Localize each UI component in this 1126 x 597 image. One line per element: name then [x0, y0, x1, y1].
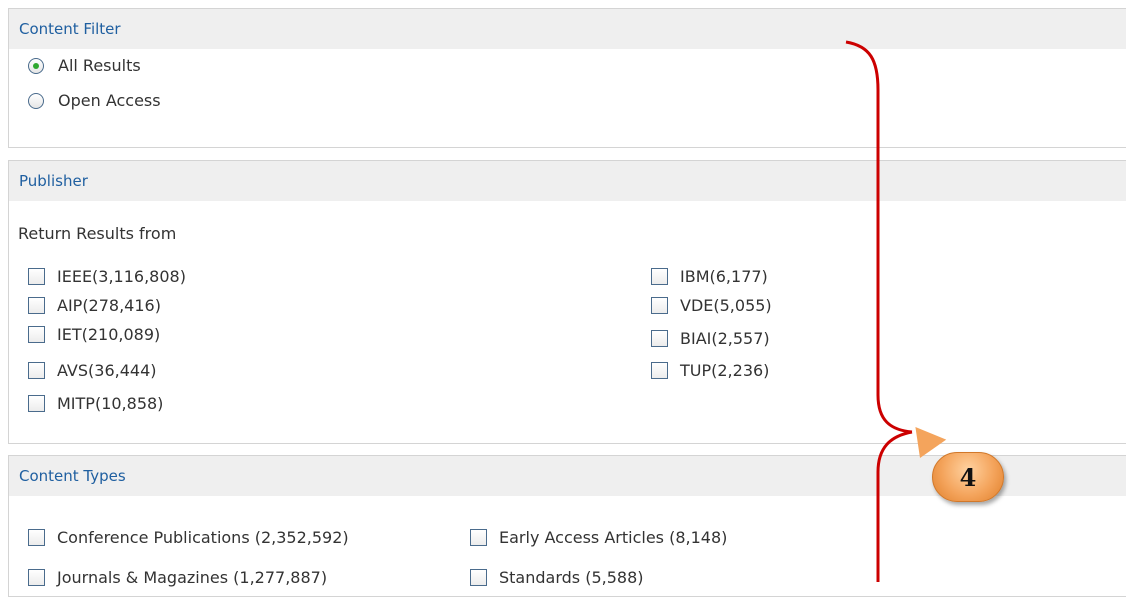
- curly-brace-lower: [876, 430, 913, 582]
- curly-brace-upper: [845, 40, 913, 434]
- callout-badge: 4: [932, 452, 1004, 502]
